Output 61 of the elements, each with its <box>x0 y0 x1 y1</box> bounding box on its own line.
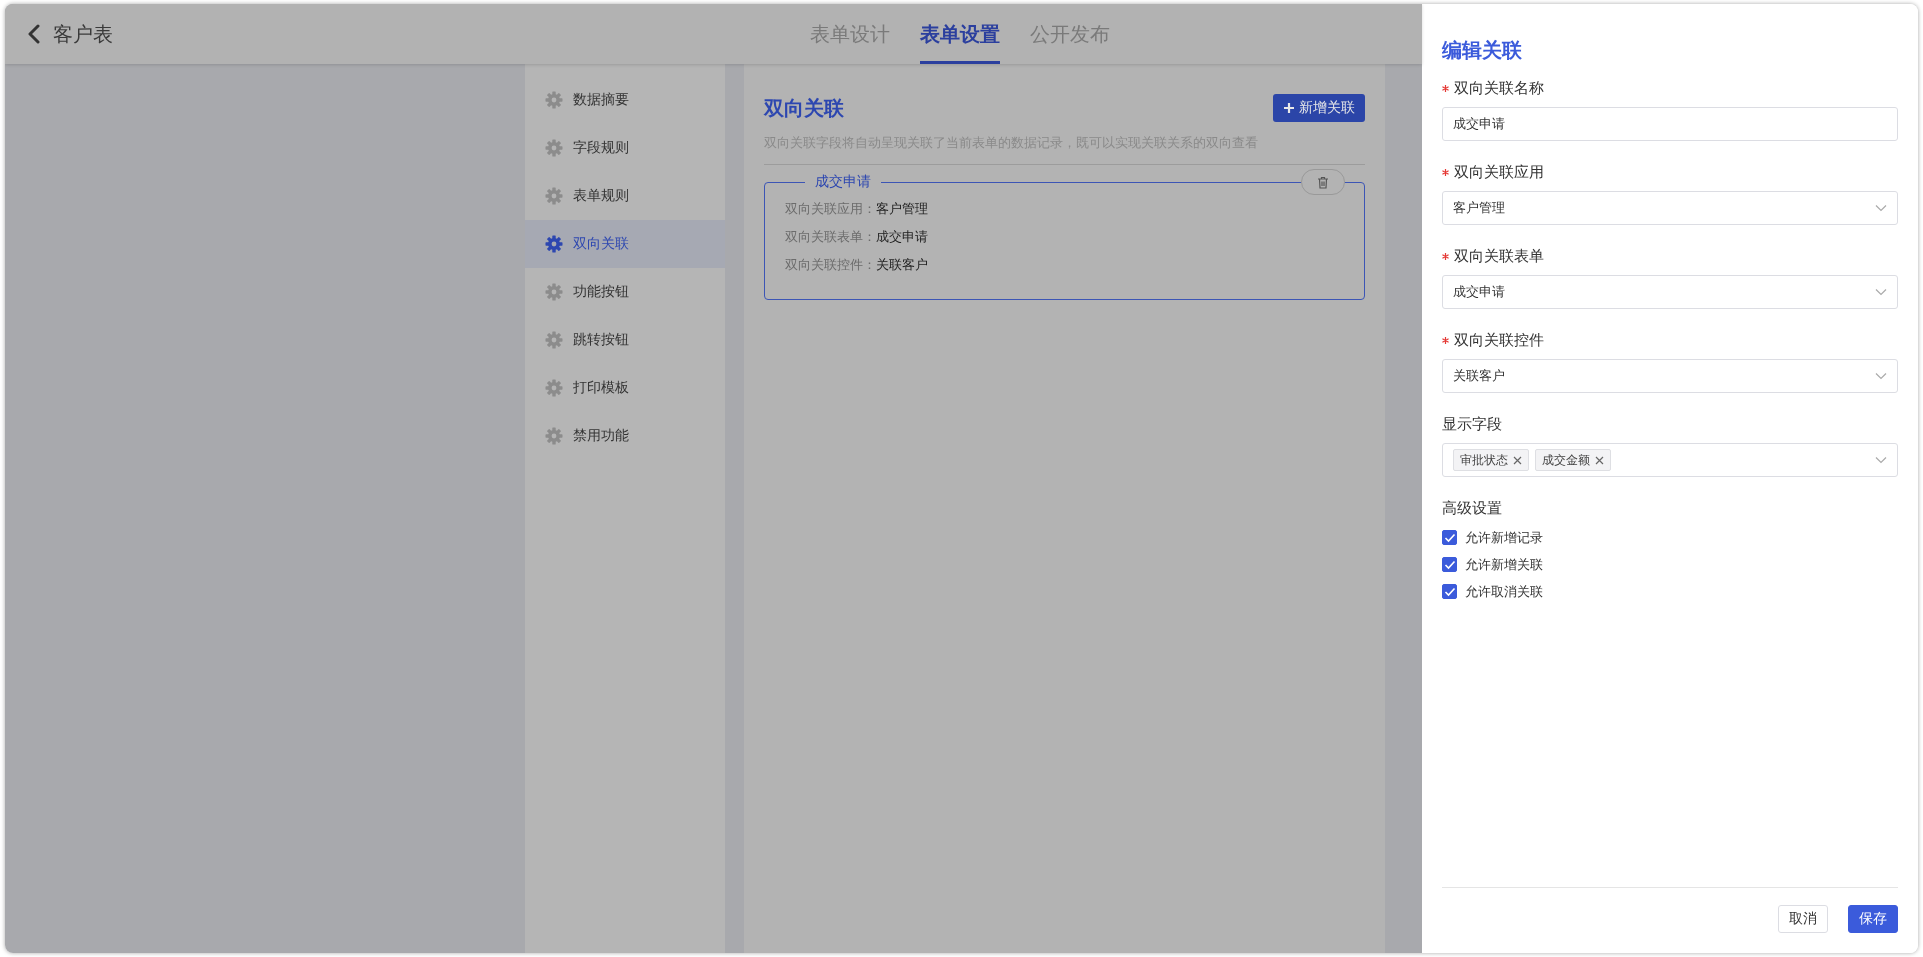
multi-select-field[interactable]: 审批状态 成交金额 <box>1442 443 1898 477</box>
gear-icon <box>545 283 563 301</box>
chevron-down-icon <box>1875 204 1887 212</box>
field-label: 显示字段 <box>1442 414 1502 434</box>
select-field[interactable]: 关联客户 <box>1442 359 1898 393</box>
card-title: 成交申请 <box>814 173 872 191</box>
tag: 成交金额 <box>1535 449 1611 471</box>
field-value: 成交申请 <box>876 229 928 244</box>
field-label: 双向关联控件： <box>785 257 876 272</box>
field-value: 客户管理 <box>876 201 928 216</box>
page-title: 客户表 <box>53 21 113 47</box>
field-label: 双向关联应用： <box>785 201 876 216</box>
required-icon <box>1442 84 1449 92</box>
checkbox[interactable] <box>1442 584 1457 599</box>
field-value: 关联客户 <box>876 257 928 272</box>
checkbox[interactable] <box>1442 557 1457 572</box>
sidebar-item[interactable]: 禁用功能 <box>525 412 725 460</box>
close-icon[interactable] <box>1595 455 1604 465</box>
gear-icon <box>545 235 563 253</box>
gear-icon <box>545 427 563 445</box>
save-button[interactable]: 保存 <box>1848 905 1898 933</box>
field-label: 双向关联表单 <box>1454 246 1544 266</box>
field-label: 双向关联控件 <box>1454 330 1544 350</box>
gear-icon <box>545 379 563 397</box>
plus-icon <box>1283 102 1295 114</box>
section-title: 双向关联 <box>764 95 844 121</box>
sidebar-item[interactable]: 双向关联 <box>525 220 725 268</box>
checkbox-label: 允许新增关联 <box>1465 555 1543 574</box>
cancel-button[interactable]: 取消 <box>1778 905 1828 933</box>
sidebar-item[interactable]: 跳转按钮 <box>525 316 725 364</box>
sidebar-item[interactable]: 功能按钮 <box>525 268 725 316</box>
sidebar-item[interactable]: 字段规则 <box>525 124 725 172</box>
field-label: 双向关联名称 <box>1454 78 1544 98</box>
chevron-down-icon <box>1875 372 1887 380</box>
field-label: 双向关联应用 <box>1454 162 1544 182</box>
tag: 审批状态 <box>1453 449 1529 471</box>
trash-icon <box>1317 175 1329 189</box>
field-label: 双向关联表单： <box>785 229 876 244</box>
required-icon <box>1442 168 1449 176</box>
checkbox-label: 允许新增记录 <box>1465 528 1543 547</box>
text-field[interactable]: 成交申请 <box>1442 107 1898 141</box>
chevron-down-icon <box>1875 456 1887 464</box>
gear-icon <box>545 139 563 157</box>
gear-icon <box>545 187 563 205</box>
select-field[interactable]: 客户管理 <box>1442 191 1898 225</box>
chevron-down-icon <box>1875 288 1887 296</box>
sidebar-item[interactable]: 数据摘要 <box>525 76 725 124</box>
close-icon[interactable] <box>1513 455 1522 465</box>
gear-icon <box>545 91 563 109</box>
sidebar-item[interactable]: 表单规则 <box>525 172 725 220</box>
add-button[interactable]: 新增关联 <box>1273 94 1365 122</box>
checkbox[interactable] <box>1442 530 1457 545</box>
gear-icon <box>545 331 563 349</box>
required-icon <box>1442 252 1449 260</box>
select-field[interactable]: 成交申请 <box>1442 275 1898 309</box>
drawer-title: 编辑关联 <box>1442 38 1523 63</box>
checkbox-label: 允许取消关联 <box>1465 582 1543 601</box>
back-icon[interactable] <box>27 24 41 44</box>
section-title: 高级设置 <box>1442 499 1503 518</box>
sidebar-item[interactable]: 打印模板 <box>525 364 725 412</box>
required-icon <box>1442 336 1449 344</box>
